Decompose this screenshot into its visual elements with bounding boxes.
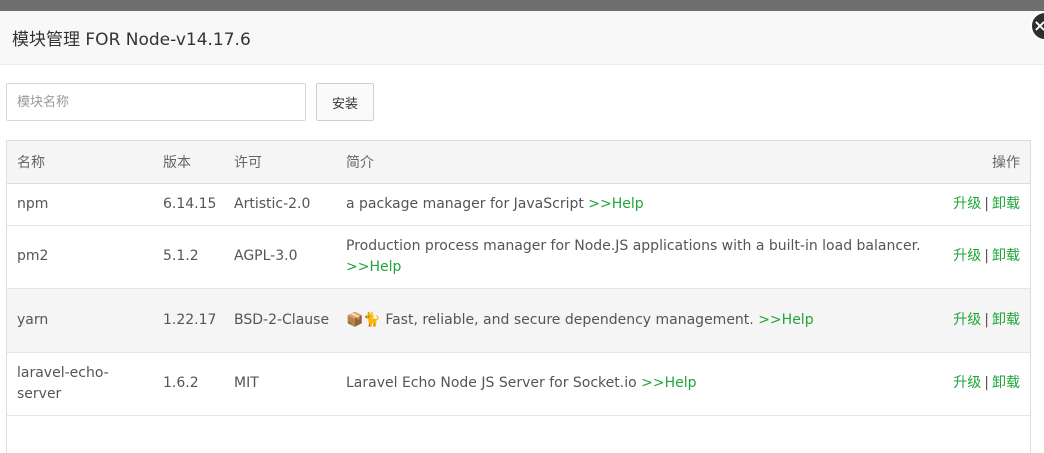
table-header-row: 名称 版本 许可 简介 操作 [7,141,1030,184]
module-version: 1.22.17 [153,288,224,353]
table-row: pm2 5.1.2 AGPL-3.0 Production process ma… [7,225,1030,289]
module-actions: 升级 | 卸载 [943,225,1030,289]
module-name-input[interactable] [6,83,306,121]
module-actions: 升级 | 卸载 [943,183,1030,226]
module-version: 5.1.2 [153,225,224,289]
module-version: 1.6.2 [153,352,224,416]
header-license: 许可 [224,141,336,184]
module-license: Artistic-2.0 [224,183,336,226]
help-link[interactable]: >>Help [758,312,813,328]
table-row: laravel-echo-server 1.6.2 MIT Laravel Ec… [7,352,1030,416]
description-text: Laravel Echo Node JS Server for Socket.i… [346,375,637,391]
toolbar: 安装 [6,83,374,121]
action-separator: | [984,311,989,328]
upgrade-link[interactable]: 升级 [953,196,981,212]
uninstall-link[interactable]: 卸载 [992,375,1020,391]
header-actions: 操作 [943,141,1030,184]
description-text: Production process manager for Node.JS a… [346,237,921,254]
header-name: 名称 [7,141,153,184]
module-name: pm2 [7,225,153,289]
header-version: 版本 [153,141,224,184]
module-description: a package manager for JavaScript >>Help [336,183,944,226]
window-top-bar [0,0,1044,11]
module-name: yarn [7,288,153,353]
table-row: npm 6.14.15 Artistic-2.0 a package manag… [7,183,1030,226]
table-row: yarn 1.22.17 BSD-2-Clause 📦🐈 Fast, relia… [7,288,1030,353]
module-version: 6.14.15 [153,183,224,226]
module-license: MIT [224,352,336,416]
module-description: Production process manager for Node.JS a… [336,225,944,289]
uninstall-link[interactable]: 卸载 [992,312,1020,328]
uninstall-link[interactable]: 卸载 [992,248,1020,264]
module-name: laravel-echo-server [7,352,153,416]
description-text: 📦🐈 Fast, reliable, and secure dependency… [346,311,754,328]
module-manager-dialog: 模块管理 FOR Node-v14.17.6 安装 名称 版本 许可 简介 操作… [0,11,1044,453]
upgrade-link[interactable]: 升级 [953,312,981,328]
module-table: 名称 版本 许可 简介 操作 npm 6.14.15 Artistic-2.0 … [6,140,1031,453]
help-link[interactable]: >>Help [641,375,696,391]
upgrade-link[interactable]: 升级 [953,375,981,391]
module-license: BSD-2-Clause [224,288,336,353]
module-description: Laravel Echo Node JS Server for Socket.i… [336,352,944,416]
action-separator: | [984,248,989,264]
uninstall-link[interactable]: 卸载 [992,196,1020,212]
dialog-header: 模块管理 FOR Node-v14.17.6 [0,11,1044,65]
module-name: npm [7,183,153,226]
module-description: 📦🐈 Fast, reliable, and secure dependency… [336,288,944,353]
module-actions: 升级 | 卸载 [943,288,1030,353]
action-separator: | [984,195,989,212]
upgrade-link[interactable]: 升级 [953,248,981,264]
module-actions: 升级 | 卸载 [943,352,1030,416]
header-description: 简介 [336,141,944,184]
dialog-title: 模块管理 FOR Node-v14.17.6 [12,30,251,50]
help-link[interactable]: >>Help [346,259,401,275]
install-button[interactable]: 安装 [316,83,374,121]
description-text: a package manager for JavaScript [346,195,584,212]
help-link[interactable]: >>Help [588,196,643,212]
action-separator: | [984,375,989,391]
module-license: AGPL-3.0 [224,225,336,289]
